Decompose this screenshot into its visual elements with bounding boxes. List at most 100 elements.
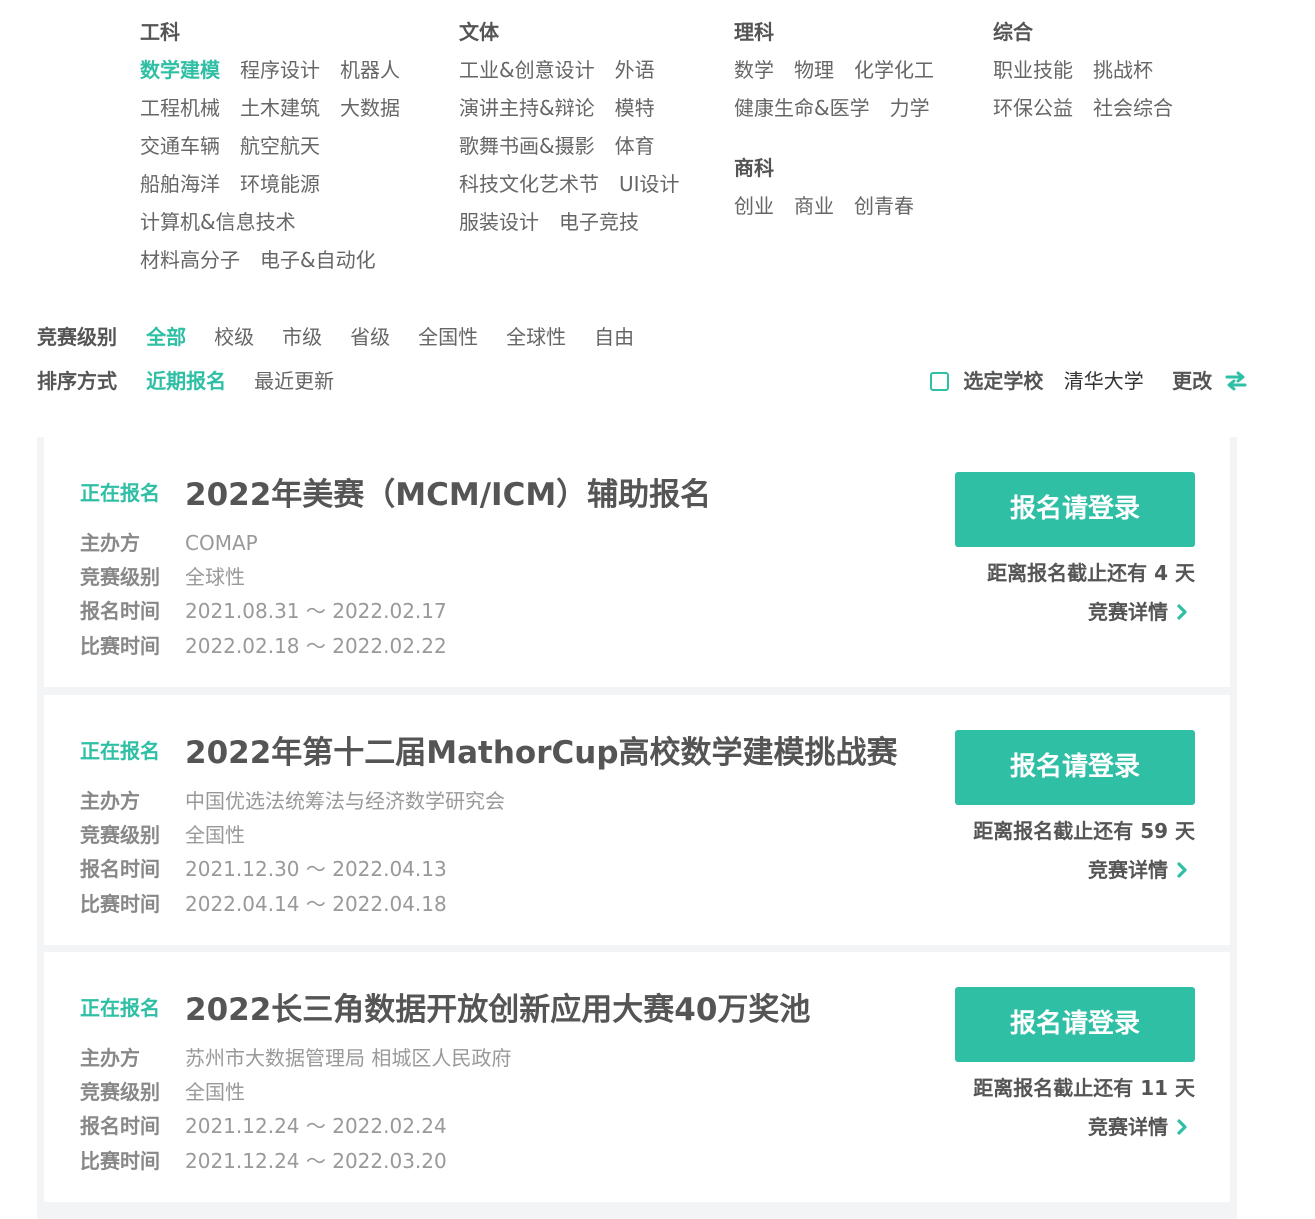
signup-time-info: 报名时间 2021.12.30 ～ 2022.04.13	[80, 853, 447, 882]
competition-detail-link[interactable]: 竞赛详情	[1088, 854, 1188, 883]
category-link[interactable]: 商业	[794, 194, 834, 218]
category-link[interactable]: 健康生命&医学	[734, 96, 870, 120]
category-link[interactable]: 计算机&信息技术	[140, 210, 296, 234]
category-link[interactable]: 工程机械	[140, 96, 220, 120]
contest-time-info: 比赛时间 2021.12.24 ～ 2022.03.20	[80, 1145, 447, 1174]
category-link[interactable]: 社会综合	[1093, 96, 1173, 120]
category-column-science: 理科 数学 物理 化学化工健康生命&医学 力学 商科 创业 商业 创青春	[734, 18, 954, 230]
contest-time-info-label: 比赛时间	[80, 634, 160, 658]
category-link[interactable]: 材料高分子	[140, 248, 240, 272]
competition-title[interactable]: 2022年第十二届MathorCup高校数学建模挑战赛	[185, 727, 898, 772]
signup-time-info-value: 2021.12.24 ～ 2022.02.24	[185, 1114, 447, 1138]
category-row: 计算机&信息技术	[140, 208, 420, 246]
competition-detail-link[interactable]: 竞赛详情	[1088, 1111, 1188, 1140]
signup-time-info: 报名时间 2021.12.24 ～ 2022.02.24	[80, 1110, 447, 1139]
competition-title[interactable]: 2022年美赛（MCM/ICM）辅助报名	[185, 469, 711, 514]
signup-time-info-value: 2021.08.31 ～ 2022.02.17	[185, 599, 447, 623]
category-link[interactable]: 工业&创意设计	[459, 58, 595, 82]
category-link[interactable]: 创青春	[854, 194, 914, 218]
level-option[interactable]: 省级	[350, 325, 390, 349]
category-link[interactable]: 创业	[734, 194, 774, 218]
organizer-info-value: 苏州市大数据管理局 相城区人民政府	[185, 1046, 512, 1070]
category-column-arts: 文体 工业&创意设计 外语 演讲主持&辩论 模特 歌舞书画&摄影 体育 科技文化艺术节 UI设…	[459, 18, 700, 246]
sort-option[interactable]: 最近更新	[254, 369, 334, 393]
level-info-label: 竞赛级别	[80, 823, 160, 847]
category-link[interactable]: 机器人	[340, 58, 400, 82]
school-name: 清华大学	[1063, 369, 1144, 393]
category-link[interactable]: 大数据	[340, 96, 400, 120]
organizer-info: 主办方 苏州市大数据管理局 相城区人民政府	[80, 1042, 511, 1071]
category-heading: 理科	[734, 20, 774, 44]
category-link[interactable]: 化学化工	[854, 58, 934, 82]
signup-time-info-value: 2021.12.30 ～ 2022.04.13	[185, 857, 447, 881]
competition-detail-link[interactable]: 竞赛详情	[1088, 596, 1188, 625]
level-option[interactable]: 自由	[594, 325, 634, 349]
category-rows: 数学建模 程序设计 机器人 工程机械 土木建筑 大数据 交通车辆 航空航天 船舶海洋 环境能源 计算…	[140, 56, 420, 284]
chevron-right-icon	[1177, 1119, 1187, 1135]
category-row: 演讲主持&辩论 模特	[459, 94, 700, 132]
category-link[interactable]: 电子&自动化	[260, 248, 376, 272]
organizer-info: 主办方 COMAP	[80, 527, 258, 556]
category-link[interactable]: 环保公益	[993, 96, 1073, 120]
category-rows: 数学 物理 化学化工健康生命&医学 力学	[734, 56, 954, 132]
level-option[interactable]: 全部	[146, 325, 186, 349]
contest-time-info-label: 比赛时间	[80, 892, 160, 916]
sort-option[interactable]: 近期报名	[146, 369, 226, 393]
category-link[interactable]: 服装设计	[459, 210, 539, 234]
category-link[interactable]: 交通车辆	[140, 134, 220, 158]
category-link[interactable]: 演讲主持&辩论	[459, 96, 595, 120]
category-row: 歌舞书画&摄影 体育	[459, 132, 700, 170]
change-school-link[interactable]: 更改	[1172, 369, 1247, 393]
status-badge: 正在报名	[80, 996, 160, 1020]
competition-list: 正在报名 2022年美赛（MCM/ICM）辅助报名 主办方 COMAP 竞赛级别 全球性报…	[37, 437, 1237, 1219]
category-link[interactable]: 体育	[615, 134, 655, 158]
school-checkbox[interactable]	[930, 372, 949, 391]
category-link[interactable]: 挑战杯	[1093, 58, 1153, 82]
school-selector: 选定学校 清华大学 更改	[930, 366, 1247, 396]
organizer-info: 主办方 中国优选法统筹法与经济数学研究会	[80, 785, 505, 814]
category-link[interactable]: 物理	[794, 58, 834, 82]
level-option[interactable]: 市级	[282, 325, 322, 349]
level-option[interactable]: 校级	[214, 325, 254, 349]
sort-filter-label: 排序方式	[37, 369, 117, 393]
category-link[interactable]: 船舶海洋	[140, 172, 220, 196]
category-row: 创业 商业 创青春	[734, 192, 954, 230]
category-link[interactable]: 数学建模	[140, 58, 220, 82]
category-link[interactable]: 环境能源	[240, 172, 320, 196]
category-link[interactable]: 土木建筑	[240, 96, 320, 120]
category-row: 船舶海洋 环境能源	[140, 170, 420, 208]
category-link[interactable]: 外语	[615, 58, 655, 82]
category-heading-business: 商科	[734, 156, 774, 180]
category-column-engineering: 工科 数学建模 程序设计 机器人 工程机械 土木建筑 大数据 交通车辆 航空航天 船舶海洋 环境能…	[140, 18, 420, 284]
competition-card: 正在报名 2022年第十二届MathorCup高校数学建模挑战赛 主办方 中国优选法统…	[44, 695, 1230, 945]
category-row: 职业技能 挑战杯	[993, 56, 1193, 94]
level-option[interactable]: 全国性	[418, 325, 478, 349]
category-row: 工业&创意设计 外语	[459, 56, 700, 94]
login-to-signup-button[interactable]: 报名请登录	[955, 987, 1195, 1062]
category-link[interactable]: UI设计	[619, 172, 680, 196]
organizer-info-label: 主办方	[80, 531, 140, 555]
level-filter-label: 竞赛级别	[37, 325, 117, 349]
level-info-label: 竞赛级别	[80, 1080, 160, 1104]
category-link[interactable]: 歌舞书画&摄影	[459, 134, 595, 158]
level-option[interactable]: 全球性	[506, 325, 566, 349]
detail-label: 竞赛详情	[1088, 858, 1168, 882]
status-badge: 正在报名	[80, 481, 160, 505]
organizer-info-label: 主办方	[80, 789, 140, 813]
category-link[interactable]: 力学	[890, 96, 930, 120]
login-to-signup-button[interactable]: 报名请登录	[955, 730, 1195, 805]
category-heading: 综合	[993, 20, 1033, 44]
category-rows: 职业技能 挑战杯 环保公益 社会综合	[993, 56, 1193, 132]
sort-filter-options: 近期报名 最近更新	[146, 369, 362, 393]
category-link[interactable]: 程序设计	[240, 58, 320, 82]
competition-title[interactable]: 2022长三角数据开放创新应用大赛40万奖池	[185, 984, 810, 1029]
contest-time-info: 比赛时间 2022.04.14 ～ 2022.04.18	[80, 888, 447, 917]
category-link[interactable]: 航空航天	[240, 134, 320, 158]
category-link[interactable]: 模特	[615, 96, 655, 120]
category-link[interactable]: 职业技能	[993, 58, 1073, 82]
login-to-signup-button[interactable]: 报名请登录	[955, 472, 1195, 547]
category-row: 交通车辆 航空航天	[140, 132, 420, 170]
category-link[interactable]: 科技文化艺术节	[459, 172, 599, 196]
category-link[interactable]: 电子竞技	[559, 210, 639, 234]
category-link[interactable]: 数学	[734, 58, 774, 82]
